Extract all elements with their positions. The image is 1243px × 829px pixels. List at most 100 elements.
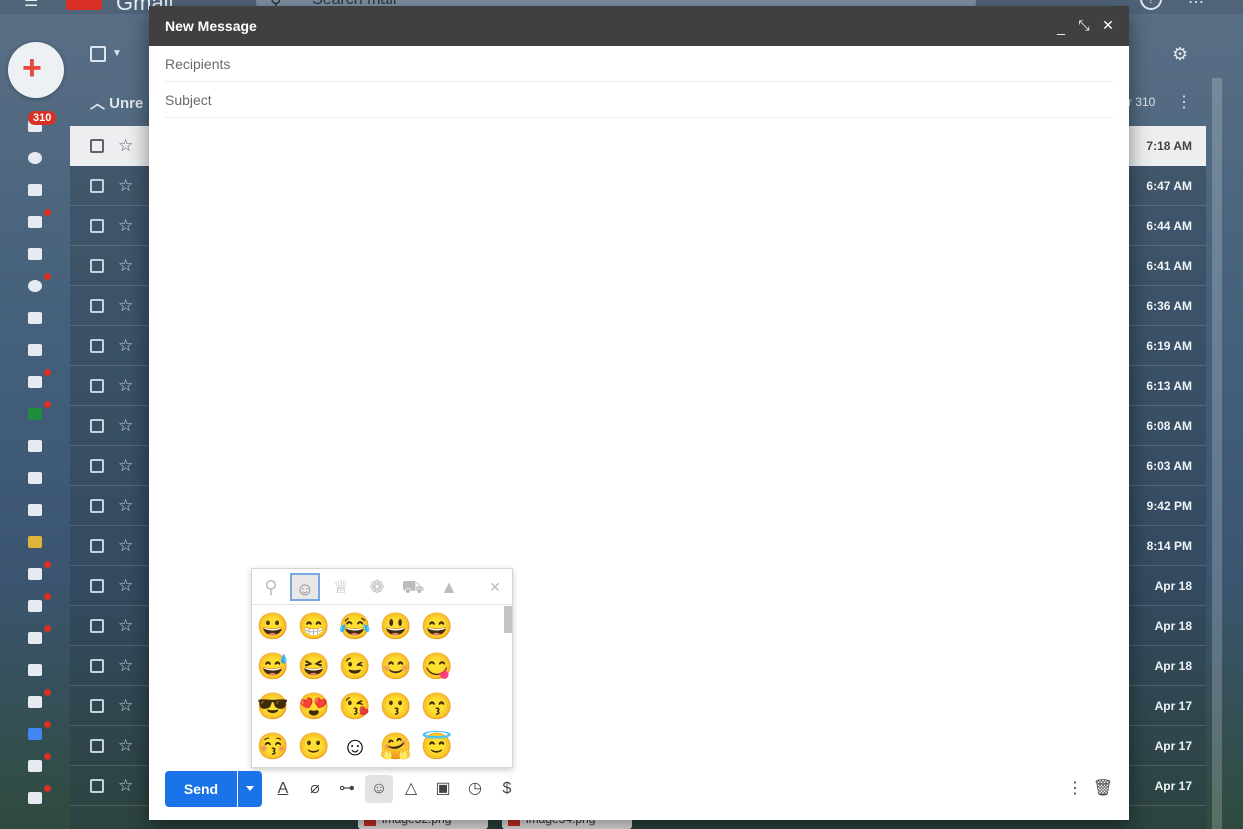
row-checkbox[interactable] [90, 659, 104, 673]
link-icon[interactable]: ⊶ [333, 775, 361, 803]
emoji[interactable]: 😁 [297, 609, 331, 643]
sidebar-mail-icon[interactable] [20, 244, 48, 264]
sidebar-label-icon[interactable] [20, 500, 48, 520]
send-button[interactable]: Send [165, 771, 237, 807]
emoji[interactable]: 😋 [420, 649, 454, 683]
symbols-tab-icon[interactable]: ▲ [434, 573, 464, 601]
star-icon[interactable]: ☆ [118, 576, 133, 596]
drive-icon[interactable]: △ [397, 775, 425, 803]
star-icon[interactable]: ☆ [118, 336, 133, 356]
row-checkbox[interactable] [90, 459, 104, 473]
emoji-icon[interactable]: ☺ [365, 775, 393, 803]
sidebar-label-icon[interactable] [20, 401, 51, 424]
row-checkbox[interactable] [90, 299, 104, 313]
row-checkbox[interactable] [90, 179, 104, 193]
message-body[interactable] [165, 124, 1113, 564]
sidebar-label-icon[interactable] [20, 689, 51, 712]
star-icon[interactable]: ☆ [118, 416, 133, 436]
sidebar-label-icon[interactable] [20, 532, 48, 552]
row-checkbox[interactable] [90, 739, 104, 753]
send-options-button[interactable] [238, 771, 262, 807]
star-icon[interactable]: ☆ [118, 496, 133, 516]
star-icon[interactable]: ☆ [118, 256, 133, 276]
emoji[interactable]: 😘 [338, 689, 372, 723]
row-checkbox[interactable] [90, 499, 104, 513]
row-checkbox[interactable] [90, 259, 104, 273]
sidebar-label-icon[interactable] [20, 436, 48, 456]
recipients-field[interactable]: Recipients [165, 46, 1113, 82]
sidebar-sent-icon[interactable] [20, 180, 48, 200]
discard-draft-icon[interactable]: 🗑 [1089, 775, 1117, 803]
select-dropdown-icon[interactable]: ▼ [112, 48, 122, 59]
main-menu-icon[interactable]: ☰ [24, 0, 44, 10]
sidebar-label-icon[interactable] [20, 340, 48, 360]
row-checkbox[interactable] [90, 139, 104, 153]
smileys-tab-icon[interactable]: ☺ [290, 573, 320, 601]
row-checkbox[interactable] [90, 539, 104, 553]
minimize-icon[interactable]: _ [1052, 18, 1070, 36]
sidebar-label-icon[interactable] [20, 660, 48, 680]
star-icon[interactable]: ☆ [118, 696, 133, 716]
money-icon[interactable]: $ [493, 775, 521, 803]
sidebar-label-icon[interactable] [20, 593, 51, 616]
emoji[interactable]: 😊 [379, 649, 413, 683]
star-icon[interactable]: ☆ [118, 536, 133, 556]
sidebar-trash-icon[interactable] [20, 308, 48, 328]
star-icon[interactable]: ☆ [118, 216, 133, 236]
attach-icon[interactable]: ⌀ [301, 775, 329, 803]
emoji[interactable]: 😀 [256, 609, 290, 643]
nature-tab-icon[interactable]: ❁ [362, 573, 392, 601]
row-checkbox[interactable] [90, 339, 104, 353]
star-icon[interactable]: ☆ [118, 136, 133, 156]
emoji[interactable]: 😂 [338, 609, 372, 643]
star-icon[interactable]: ☆ [118, 296, 133, 316]
photo-icon[interactable]: ▣ [429, 775, 457, 803]
star-icon[interactable]: ☆ [118, 456, 133, 476]
sidebar-label-icon[interactable] [20, 785, 51, 808]
row-checkbox[interactable] [90, 219, 104, 233]
row-checkbox[interactable] [90, 379, 104, 393]
sidebar-label-icon[interactable] [20, 625, 51, 648]
star-icon[interactable]: ☆ [118, 736, 133, 756]
gmail-logo[interactable] [66, 0, 102, 10]
sidebar-label-icon[interactable] [20, 753, 51, 776]
sidebar-spam-icon[interactable] [20, 273, 51, 296]
objects-tab-icon[interactable]: ♕ [326, 573, 356, 601]
compose-header[interactable]: New Message _ ⤡ ✕ [149, 6, 1129, 46]
sidebar-label-icon[interactable] [20, 721, 51, 744]
confidential-icon[interactable]: ◷ [461, 775, 489, 803]
section-title[interactable]: ︿ Unre [90, 92, 143, 113]
subject-field[interactable]: Subject [165, 82, 1113, 118]
row-checkbox[interactable] [90, 699, 104, 713]
settings-gear-icon[interactable]: ⚙ [1172, 44, 1188, 65]
emoji[interactable]: ☺ [338, 729, 372, 763]
row-checkbox[interactable] [90, 619, 104, 633]
travel-tab-icon[interactable]: ⛟ [398, 573, 428, 601]
emoji[interactable]: 😍 [297, 689, 331, 723]
emoji[interactable]: 😆 [297, 649, 331, 683]
emoji[interactable]: 🙂 [297, 729, 331, 763]
star-icon[interactable]: ☆ [118, 176, 133, 196]
select-all-checkbox[interactable] [90, 46, 106, 62]
more-options-icon[interactable]: ⋮ [1061, 775, 1089, 803]
emoji[interactable]: 😃 [379, 609, 413, 643]
sidebar-label-icon[interactable] [20, 468, 48, 488]
email-list-scrollbar[interactable] [1212, 78, 1222, 829]
sidebar-label-icon[interactable] [20, 369, 51, 392]
row-checkbox[interactable] [90, 579, 104, 593]
emoji[interactable]: 😎 [256, 689, 290, 723]
emoji[interactable]: 😗 [379, 689, 413, 723]
formatting-icon[interactable]: A [269, 775, 297, 803]
emoji[interactable]: 😇 [420, 729, 454, 763]
emoji[interactable]: 😙 [420, 689, 454, 723]
star-icon[interactable]: ☆ [118, 656, 133, 676]
fullscreen-icon[interactable]: ⤡ [1075, 16, 1093, 34]
emoji[interactable]: 🤗 [379, 729, 413, 763]
emoji[interactable]: 😚 [256, 729, 290, 763]
emoji[interactable]: 😉 [338, 649, 372, 683]
apps-icon[interactable]: ⋯ [1188, 0, 1206, 12]
row-checkbox[interactable] [90, 779, 104, 793]
star-icon[interactable]: ☆ [118, 616, 133, 636]
close-icon[interactable]: ✕ [1099, 16, 1117, 34]
star-icon[interactable]: ☆ [118, 376, 133, 396]
